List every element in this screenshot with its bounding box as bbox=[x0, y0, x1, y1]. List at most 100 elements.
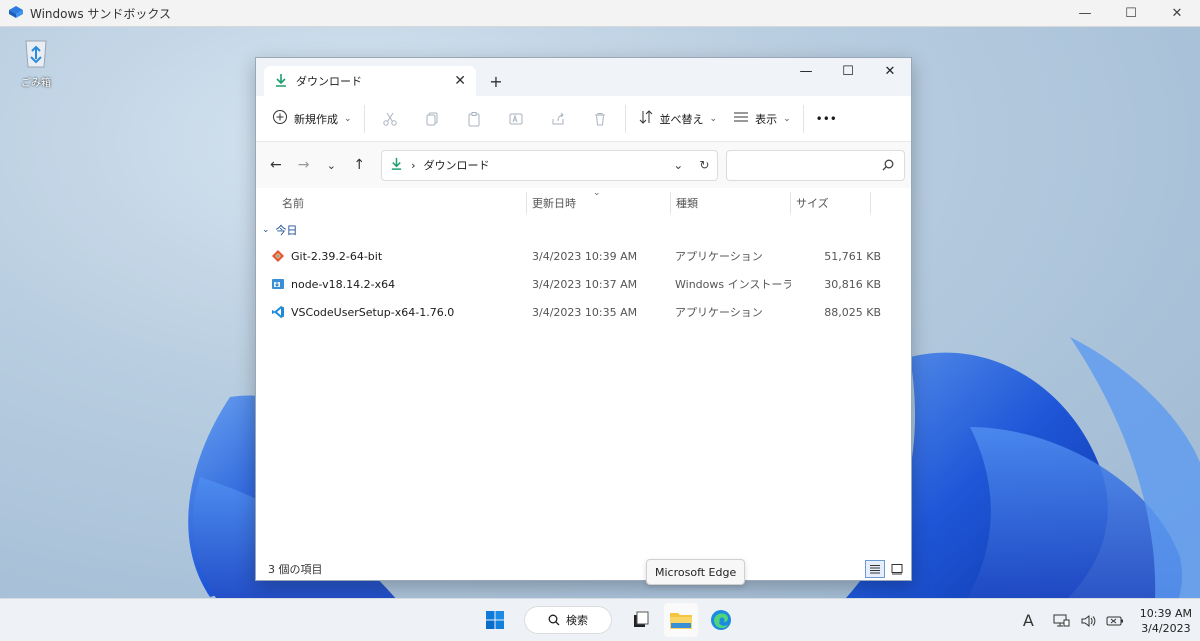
tab-downloads[interactable]: ダウンロード ✕ bbox=[264, 66, 476, 96]
ime-mode[interactable]: A bbox=[1023, 611, 1034, 630]
group-header-today[interactable]: ⌄ 今日 bbox=[256, 218, 911, 242]
item-count: 3 個の項目 bbox=[268, 563, 323, 576]
sandbox-title: Windows サンドボックス bbox=[30, 6, 172, 21]
details-view-button[interactable] bbox=[865, 560, 885, 578]
address-bar[interactable]: › ダウンロード ⌄ ↻ bbox=[381, 149, 719, 181]
navigation-bar: ← → ⌄ ↑ › ダウンロード ⌄ ↻ bbox=[256, 142, 911, 188]
more-options-button[interactable]: ••• bbox=[808, 103, 845, 135]
file-type: アプリケーション bbox=[675, 250, 763, 263]
edge-icon bbox=[711, 610, 731, 630]
column-type[interactable]: 種類 bbox=[671, 192, 791, 214]
share-button[interactable] bbox=[537, 103, 579, 135]
edge-taskbar-button[interactable] bbox=[704, 603, 738, 637]
file-type: アプリケーション bbox=[675, 306, 763, 319]
search-box[interactable] bbox=[726, 149, 905, 181]
tab-label: ダウンロード bbox=[296, 75, 362, 88]
chevron-down-icon: ⌄ bbox=[344, 113, 352, 124]
close-button[interactable]: ✕ bbox=[869, 58, 911, 84]
recycle-bin[interactable]: ごみ箱 bbox=[14, 35, 58, 89]
file-list: ⌄ 名前 更新日時 種類 サイズ ⌄ 今日 Git-2.39.2-64-bit … bbox=[256, 188, 911, 566]
breadcrumb-downloads[interactable]: ダウンロード bbox=[423, 157, 489, 173]
task-view-button[interactable] bbox=[624, 603, 658, 637]
divider bbox=[802, 104, 804, 133]
sandbox-minimize-button[interactable]: — bbox=[1062, 0, 1108, 27]
file-date: 3/4/2023 10:39 AM bbox=[532, 249, 638, 263]
clock-time: 10:39 AM bbox=[1139, 606, 1192, 620]
tiles-view-button[interactable] bbox=[887, 560, 907, 578]
back-arrow-icon[interactable]: ← bbox=[262, 151, 290, 179]
divider bbox=[363, 104, 365, 133]
command-bar: 新規作成 ⌄ 並べ替え ⌄ 表示 ⌄ ••• bbox=[256, 96, 911, 142]
folder-icon bbox=[670, 613, 692, 629]
msi-installer-icon bbox=[272, 279, 284, 289]
system-tray: A 10:39 AM 3/4/2023 bbox=[1023, 599, 1192, 641]
tab-close-button[interactable]: ✕ bbox=[454, 73, 466, 89]
recycle-bin-label: ごみ箱 bbox=[21, 78, 51, 89]
list-view-icon bbox=[733, 109, 749, 128]
file-size: 30,816 KB bbox=[824, 277, 881, 291]
sort-button-label: 並べ替え bbox=[659, 112, 704, 126]
file-name: Git-2.39.2-64-bit bbox=[291, 249, 383, 263]
recent-locations-chevron-icon[interactable]: ⌄ bbox=[318, 151, 346, 179]
rename-button[interactable] bbox=[495, 103, 537, 135]
file-explorer-window: ダウンロード ✕ + — ☐ ✕ 新規作成 ⌄ 並べ替え ⌄ 表示 ⌄ ••• … bbox=[255, 57, 912, 581]
delete-button[interactable] bbox=[579, 103, 621, 135]
address-history-chevron-icon[interactable]: ⌄ bbox=[673, 158, 683, 172]
group-label: 今日 bbox=[275, 224, 298, 237]
forward-arrow-icon[interactable]: → bbox=[290, 151, 318, 179]
chevron-down-icon: ⌄ bbox=[262, 225, 270, 235]
column-size[interactable]: サイズ bbox=[791, 192, 871, 214]
minimize-button[interactable]: — bbox=[785, 58, 827, 84]
maximize-button[interactable]: ☐ bbox=[827, 58, 869, 84]
network-icon[interactable] bbox=[1052, 613, 1070, 629]
edge-tooltip: Microsoft Edge bbox=[646, 559, 746, 585]
copy-button[interactable] bbox=[411, 103, 453, 135]
recycle-bin-icon bbox=[25, 40, 47, 68]
volume-icon[interactable] bbox=[1080, 614, 1096, 628]
sandbox-icon bbox=[8, 5, 24, 22]
new-button[interactable]: 新規作成 ⌄ bbox=[264, 103, 360, 135]
table-row[interactable]: VSCodeUserSetup-x64-1.76.0 3/4/2023 10:3… bbox=[256, 298, 911, 326]
scissors-icon bbox=[382, 112, 397, 126]
git-icon bbox=[272, 250, 284, 262]
share-icon bbox=[552, 112, 564, 124]
file-explorer-taskbar-button[interactable] bbox=[664, 603, 698, 637]
start-button[interactable] bbox=[478, 603, 512, 637]
status-bar: 3 個の項目 bbox=[256, 558, 911, 580]
view-button[interactable]: 表示 ⌄ bbox=[725, 103, 799, 135]
file-date: 3/4/2023 10:37 AM bbox=[532, 277, 638, 291]
sandbox-title-area: Windows サンドボックス bbox=[0, 5, 171, 22]
sort-icon bbox=[638, 109, 654, 128]
search-icon bbox=[882, 159, 894, 171]
file-name: VSCodeUserSetup-x64-1.76.0 bbox=[291, 305, 455, 319]
cut-button[interactable] bbox=[369, 103, 411, 135]
up-arrow-icon[interactable]: ↑ bbox=[345, 151, 373, 179]
sandbox-maximize-button[interactable]: ☐ bbox=[1108, 0, 1154, 27]
windows-logo-icon bbox=[486, 611, 504, 629]
sort-button[interactable]: 並べ替え ⌄ bbox=[630, 103, 726, 135]
view-button-label: 表示 bbox=[755, 112, 778, 126]
new-tab-button[interactable]: + bbox=[476, 66, 516, 96]
new-button-label: 新規作成 bbox=[294, 112, 338, 126]
copy-icon bbox=[426, 112, 438, 125]
task-view-icon bbox=[634, 611, 649, 627]
table-row[interactable]: node-v18.14.2-x64 3/4/2023 10:37 AM Wind… bbox=[256, 270, 911, 298]
column-name[interactable]: 名前 bbox=[282, 192, 527, 214]
file-date: 3/4/2023 10:35 AM bbox=[532, 305, 638, 319]
taskbar-search-label: 検索 bbox=[566, 614, 588, 627]
refresh-icon[interactable]: ↻ bbox=[699, 158, 709, 172]
file-type: Windows インストーラー... bbox=[675, 278, 791, 291]
system-clock[interactable]: 10:39 AM 3/4/2023 bbox=[1140, 606, 1192, 636]
clipboard-icon bbox=[468, 111, 480, 126]
paste-button[interactable] bbox=[453, 103, 495, 135]
table-row[interactable]: Git-2.39.2-64-bit 3/4/2023 10:39 AM アプリケ… bbox=[256, 242, 911, 270]
taskbar: 検索 A 10:39 AM 3/4/2023 bbox=[0, 598, 1200, 641]
download-icon bbox=[390, 157, 403, 173]
file-size: 51,761 KB bbox=[824, 249, 881, 263]
vscode-icon bbox=[272, 306, 284, 318]
plus-circle-icon bbox=[272, 109, 288, 128]
rename-icon bbox=[509, 113, 523, 124]
taskbar-search[interactable]: 検索 bbox=[524, 606, 612, 634]
sandbox-close-button[interactable]: ✕ bbox=[1154, 0, 1200, 27]
battery-icon[interactable] bbox=[1106, 615, 1124, 627]
